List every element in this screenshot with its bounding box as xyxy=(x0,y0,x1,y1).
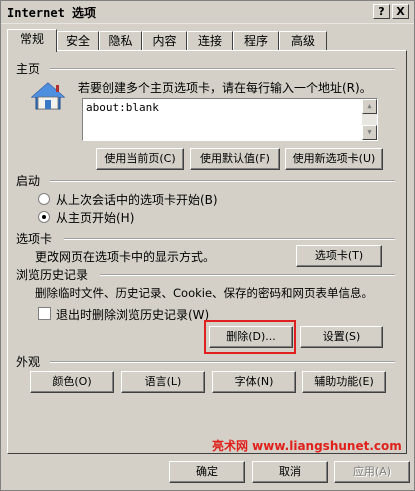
title-bar: Internet 选项 ? X xyxy=(1,1,414,24)
history-description: 删除临时文件、历史记录、Cookie、保存的密码和网页表单信息。 xyxy=(35,286,374,300)
delete-on-exit-label: 退出时删除浏览历史记录(W) xyxy=(56,308,210,322)
startup-homepage-label: 从主页开始(H) xyxy=(56,211,135,225)
accessibility-button[interactable]: 辅助功能(E) xyxy=(302,371,386,393)
tabs-settings-button[interactable]: 选项卡(T) xyxy=(296,245,382,267)
tab-general[interactable]: 常规 xyxy=(7,29,57,52)
startup-last-session-label: 从上次会话中的选项卡开始(B) xyxy=(56,193,218,207)
fonts-button[interactable]: 字体(N) xyxy=(212,371,296,393)
address-scrollbar[interactable]: ▲ ▼ xyxy=(362,99,377,140)
tab-security[interactable]: 安全 xyxy=(57,31,99,51)
homepage-heading: 主页 xyxy=(16,62,41,76)
window-title: Internet 选项 xyxy=(7,6,97,20)
delete-on-exit-checkbox[interactable] xyxy=(38,307,51,320)
house-icon xyxy=(30,81,66,111)
colors-button[interactable]: 颜色(O) xyxy=(30,371,114,393)
divider xyxy=(50,180,395,182)
tab-content[interactable]: 内容 xyxy=(142,31,187,51)
tabs-description: 更改网页在选项卡中的显示方式。 xyxy=(35,250,216,264)
cancel-button[interactable]: 取消 xyxy=(252,461,328,483)
startup-heading: 启动 xyxy=(16,174,41,188)
watermark: 亮术网 www.liangshunet.com xyxy=(212,439,402,453)
highlight-box xyxy=(204,320,296,354)
use-current-button[interactable]: 使用当前页(C) xyxy=(96,148,184,170)
tab-advanced[interactable]: 高级 xyxy=(279,31,327,51)
divider xyxy=(50,68,395,70)
help-button[interactable]: ? xyxy=(373,4,390,19)
divider xyxy=(100,274,395,276)
history-settings-button[interactable]: 设置(S) xyxy=(300,326,383,348)
tab-programs[interactable]: 程序 xyxy=(233,31,279,51)
internet-options-window: Internet 选项 ? X 常规 安全 隐私 内容 连接 程序 高级 主页 … xyxy=(0,0,415,491)
apply-button[interactable]: 应用(A) xyxy=(334,461,410,483)
tab-connections[interactable]: 连接 xyxy=(187,31,233,51)
languages-button[interactable]: 语言(L) xyxy=(121,371,205,393)
tabs-heading: 选项卡 xyxy=(16,232,53,246)
close-button[interactable]: X xyxy=(392,4,409,19)
scroll-up-icon[interactable]: ▲ xyxy=(362,99,377,114)
homepage-address-input[interactable]: about:blank ▲ ▼ xyxy=(82,98,378,141)
use-default-button[interactable]: 使用默认值(F) xyxy=(190,148,280,170)
general-tab-panel: 主页 若要创建多个主页选项卡，请在每行输入一个地址(R)。 about:blan… xyxy=(7,50,407,454)
divider xyxy=(50,361,395,363)
appearance-heading: 外观 xyxy=(16,355,41,369)
divider xyxy=(64,238,395,240)
use-new-tab-button[interactable]: 使用新选项卡(U) xyxy=(285,148,383,170)
startup-homepage-radio[interactable] xyxy=(38,211,50,223)
tab-privacy[interactable]: 隐私 xyxy=(99,31,142,51)
radio-selected-dot xyxy=(42,215,46,219)
homepage-description: 若要创建多个主页选项卡，请在每行输入一个地址(R)。 xyxy=(78,81,372,95)
history-heading: 浏览历史记录 xyxy=(16,268,89,282)
scroll-down-icon[interactable]: ▼ xyxy=(362,125,377,140)
ok-button[interactable]: 确定 xyxy=(169,461,245,483)
homepage-address-value: about:blank xyxy=(86,101,159,114)
startup-last-session-radio[interactable] xyxy=(38,193,50,205)
